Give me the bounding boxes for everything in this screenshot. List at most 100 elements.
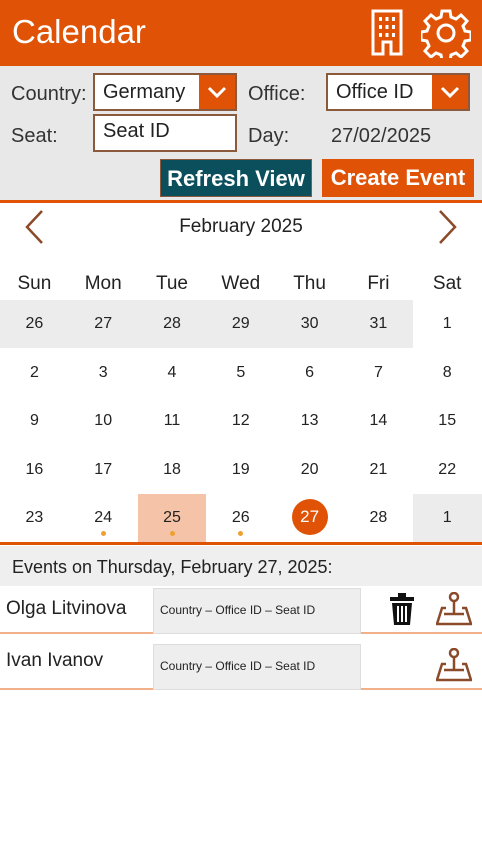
day-number: 25: [163, 509, 181, 526]
calendar-day[interactable]: 16: [0, 446, 69, 494]
day-number: 24: [94, 509, 113, 526]
day-number: 29: [231, 315, 250, 332]
day-number: 16: [25, 460, 44, 478]
weekday-header: Sat: [432, 273, 462, 294]
calendar-day[interactable]: 4: [138, 349, 207, 397]
weekday-header: Wed: [221, 273, 261, 294]
calendar-day[interactable]: 27: [275, 494, 344, 542]
calendar-day[interactable]: 17: [69, 446, 138, 494]
create-event-button[interactable]: Create Event: [322, 159, 474, 197]
calendar-day[interactable]: 23: [0, 494, 69, 542]
calendar-day[interactable]: 21: [344, 446, 413, 494]
calendar-day[interactable]: 3: [69, 349, 138, 397]
events-heading: Events on Thursday, February 27, 2025:: [0, 546, 482, 586]
event-row[interactable]: Olga Litvinova Country – Office ID – Sea…: [0, 586, 482, 634]
weekday-header: Sun: [17, 273, 52, 294]
calendar-day[interactable]: 8: [413, 349, 482, 397]
calendar-day[interactable]: 26: [0, 300, 69, 348]
map-pin-icon[interactable]: [436, 648, 472, 682]
weekday-header: Mon: [84, 273, 122, 294]
divider: [0, 200, 482, 203]
calendar-day[interactable]: 12: [206, 397, 275, 445]
calendar-day[interactable]: 28: [137, 300, 207, 348]
calendar-day[interactable]: 31: [344, 300, 413, 348]
day-number: 22: [438, 460, 457, 478]
day-number: 5: [236, 363, 246, 381]
calendar-day[interactable]: 27: [68, 300, 138, 348]
calendar-day[interactable]: 11: [138, 397, 207, 445]
event-row[interactable]: Ivan Ivanov Country – Office ID – Seat I…: [0, 636, 482, 690]
calendar-day[interactable]: 29: [206, 300, 276, 348]
day-number: 10: [94, 412, 113, 429]
day-number: 11: [163, 412, 181, 429]
country-dropdown[interactable]: Germany: [93, 73, 237, 111]
calendar-day[interactable]: 19: [206, 446, 275, 494]
calendar-day[interactable]: 7: [344, 349, 413, 397]
day-number: 26: [231, 509, 250, 526]
calendar-day[interactable]: 1: [412, 494, 482, 542]
country-label: Country:: [11, 83, 87, 105]
refresh-view-button[interactable]: Refresh View: [160, 159, 312, 197]
day-number: 23: [25, 509, 44, 526]
day-number: 31: [369, 315, 388, 332]
calendar-day[interactable]: 30: [275, 300, 344, 348]
gear-icon[interactable]: [421, 8, 471, 58]
day-number: 14: [369, 412, 388, 429]
calendar-day[interactable]: 1: [413, 300, 482, 348]
chevron-right-icon[interactable]: [436, 208, 460, 246]
event-location: Country – Office ID – Seat ID: [153, 588, 361, 634]
weekday-header: Thu: [293, 273, 326, 294]
app-header: Calendar: [0, 0, 482, 66]
calendar-day[interactable]: 24: [69, 494, 138, 542]
calendar-day[interactable]: 6: [275, 349, 344, 397]
day-label: Day:: [248, 125, 290, 147]
day-number: 13: [300, 412, 319, 429]
seat-input[interactable]: Seat ID: [93, 114, 237, 152]
day-number: 2: [29, 363, 39, 381]
day-number: 9: [29, 412, 39, 429]
event-location: Country – Office ID – Seat ID: [153, 644, 361, 690]
month-title: February 2025: [179, 216, 303, 237]
calendar-day[interactable]: 14: [344, 397, 413, 445]
calendar-day[interactable]: 22: [413, 446, 482, 494]
day-number: 7: [373, 363, 383, 381]
chevron-down-icon[interactable]: [432, 75, 468, 109]
day-number: 28: [369, 509, 388, 526]
building-icon[interactable]: [370, 8, 404, 56]
calendar-day[interactable]: 2: [0, 349, 69, 397]
calendar-day[interactable]: 18: [138, 446, 207, 494]
day-number: 1: [442, 315, 452, 332]
calendar-day[interactable]: 25: [137, 494, 207, 542]
calendar-day[interactable]: 26: [206, 494, 275, 542]
event-person: Olga Litvinova: [6, 598, 127, 619]
weekday-header: Fri: [367, 273, 390, 294]
office-value: Office ID: [336, 81, 414, 103]
day-number: 20: [300, 460, 319, 478]
event-dot: [169, 531, 175, 536]
chevron-down-icon[interactable]: [199, 75, 235, 109]
day-number: 12: [231, 412, 250, 429]
calendar-day[interactable]: 5: [206, 349, 275, 397]
day-number: 21: [369, 460, 388, 478]
seat-label: Seat:: [11, 125, 58, 147]
event-dot: [100, 531, 106, 536]
calendar-day[interactable]: 28: [344, 494, 413, 542]
calendar-day[interactable]: 10: [69, 397, 138, 445]
map-pin-icon[interactable]: [436, 592, 472, 626]
day-value: 27/02/2025: [331, 125, 432, 147]
calendar-day[interactable]: 15: [413, 397, 482, 445]
app-title: Calendar: [12, 13, 146, 50]
day-number: 28: [163, 315, 181, 332]
office-dropdown[interactable]: Office ID: [326, 73, 470, 111]
country-value: Germany: [103, 81, 186, 103]
calendar-day[interactable]: 13: [275, 397, 344, 445]
day-number: 15: [438, 412, 457, 429]
event-dot: [238, 531, 244, 536]
day-number: 27: [94, 315, 113, 332]
calendar-day[interactable]: 9: [0, 397, 69, 445]
day-number: 26: [25, 315, 44, 332]
weekday-header: Tue: [155, 273, 189, 294]
trash-icon[interactable]: [389, 592, 415, 626]
calendar-day[interactable]: 20: [275, 446, 344, 494]
day-number: 17: [94, 460, 113, 478]
